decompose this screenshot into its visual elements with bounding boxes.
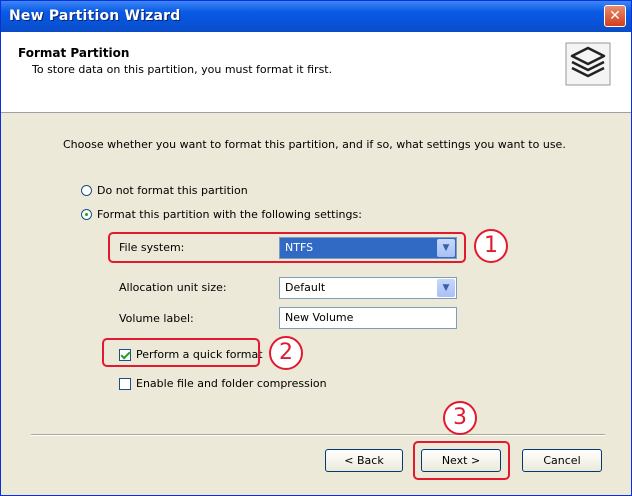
radio-button-selected[interactable]	[81, 209, 92, 220]
radio-button[interactable]	[81, 185, 92, 196]
radio-format-label: Format this partition with the following…	[97, 208, 362, 221]
chevron-down-icon[interactable]: ▼	[437, 279, 455, 297]
footer-divider	[31, 434, 605, 436]
highlight-next-button	[413, 441, 510, 480]
volume-label-label: Volume label:	[119, 312, 194, 325]
back-button[interactable]: < Back	[325, 449, 403, 472]
volume-label-value: New Volume	[285, 311, 354, 324]
title-bar[interactable]: New Partition Wizard ✕	[1, 1, 631, 32]
wizard-window: New Partition Wizard ✕ Format Partition …	[0, 0, 632, 496]
window-title: New Partition Wizard	[9, 8, 181, 24]
annotation-number-3: 3	[443, 401, 477, 435]
annotation-number-1: 1	[474, 229, 508, 263]
highlight-file-system	[108, 232, 466, 263]
allocation-unit-label: Allocation unit size:	[119, 281, 227, 294]
disk-stack-icon	[565, 42, 611, 86]
page-title: Format Partition	[18, 46, 130, 60]
cancel-button[interactable]: Cancel	[522, 449, 602, 472]
radio-format[interactable]: Format this partition with the following…	[81, 208, 362, 221]
volume-label-input[interactable]: New Volume	[279, 307, 457, 329]
close-icon: ✕	[609, 8, 621, 24]
wizard-header: Format Partition To store data on this p…	[1, 32, 631, 113]
page-subtitle: To store data on this partition, you mus…	[32, 63, 333, 76]
allocation-unit-select[interactable]: Default ▼	[279, 277, 457, 299]
annotation-number-2: 2	[269, 336, 303, 370]
radio-do-not-format-label: Do not format this partition	[97, 184, 248, 197]
instruction-text: Choose whether you want to format this p…	[63, 138, 566, 151]
allocation-unit-value: Default	[285, 281, 326, 294]
compression-label: Enable file and folder compression	[136, 377, 327, 390]
close-button[interactable]: ✕	[604, 5, 626, 27]
radio-do-not-format[interactable]: Do not format this partition	[81, 184, 248, 197]
highlight-quick-format	[102, 338, 260, 367]
compression-checkbox[interactable]: Enable file and folder compression	[119, 377, 327, 390]
checkbox-unchecked[interactable]	[119, 377, 131, 390]
